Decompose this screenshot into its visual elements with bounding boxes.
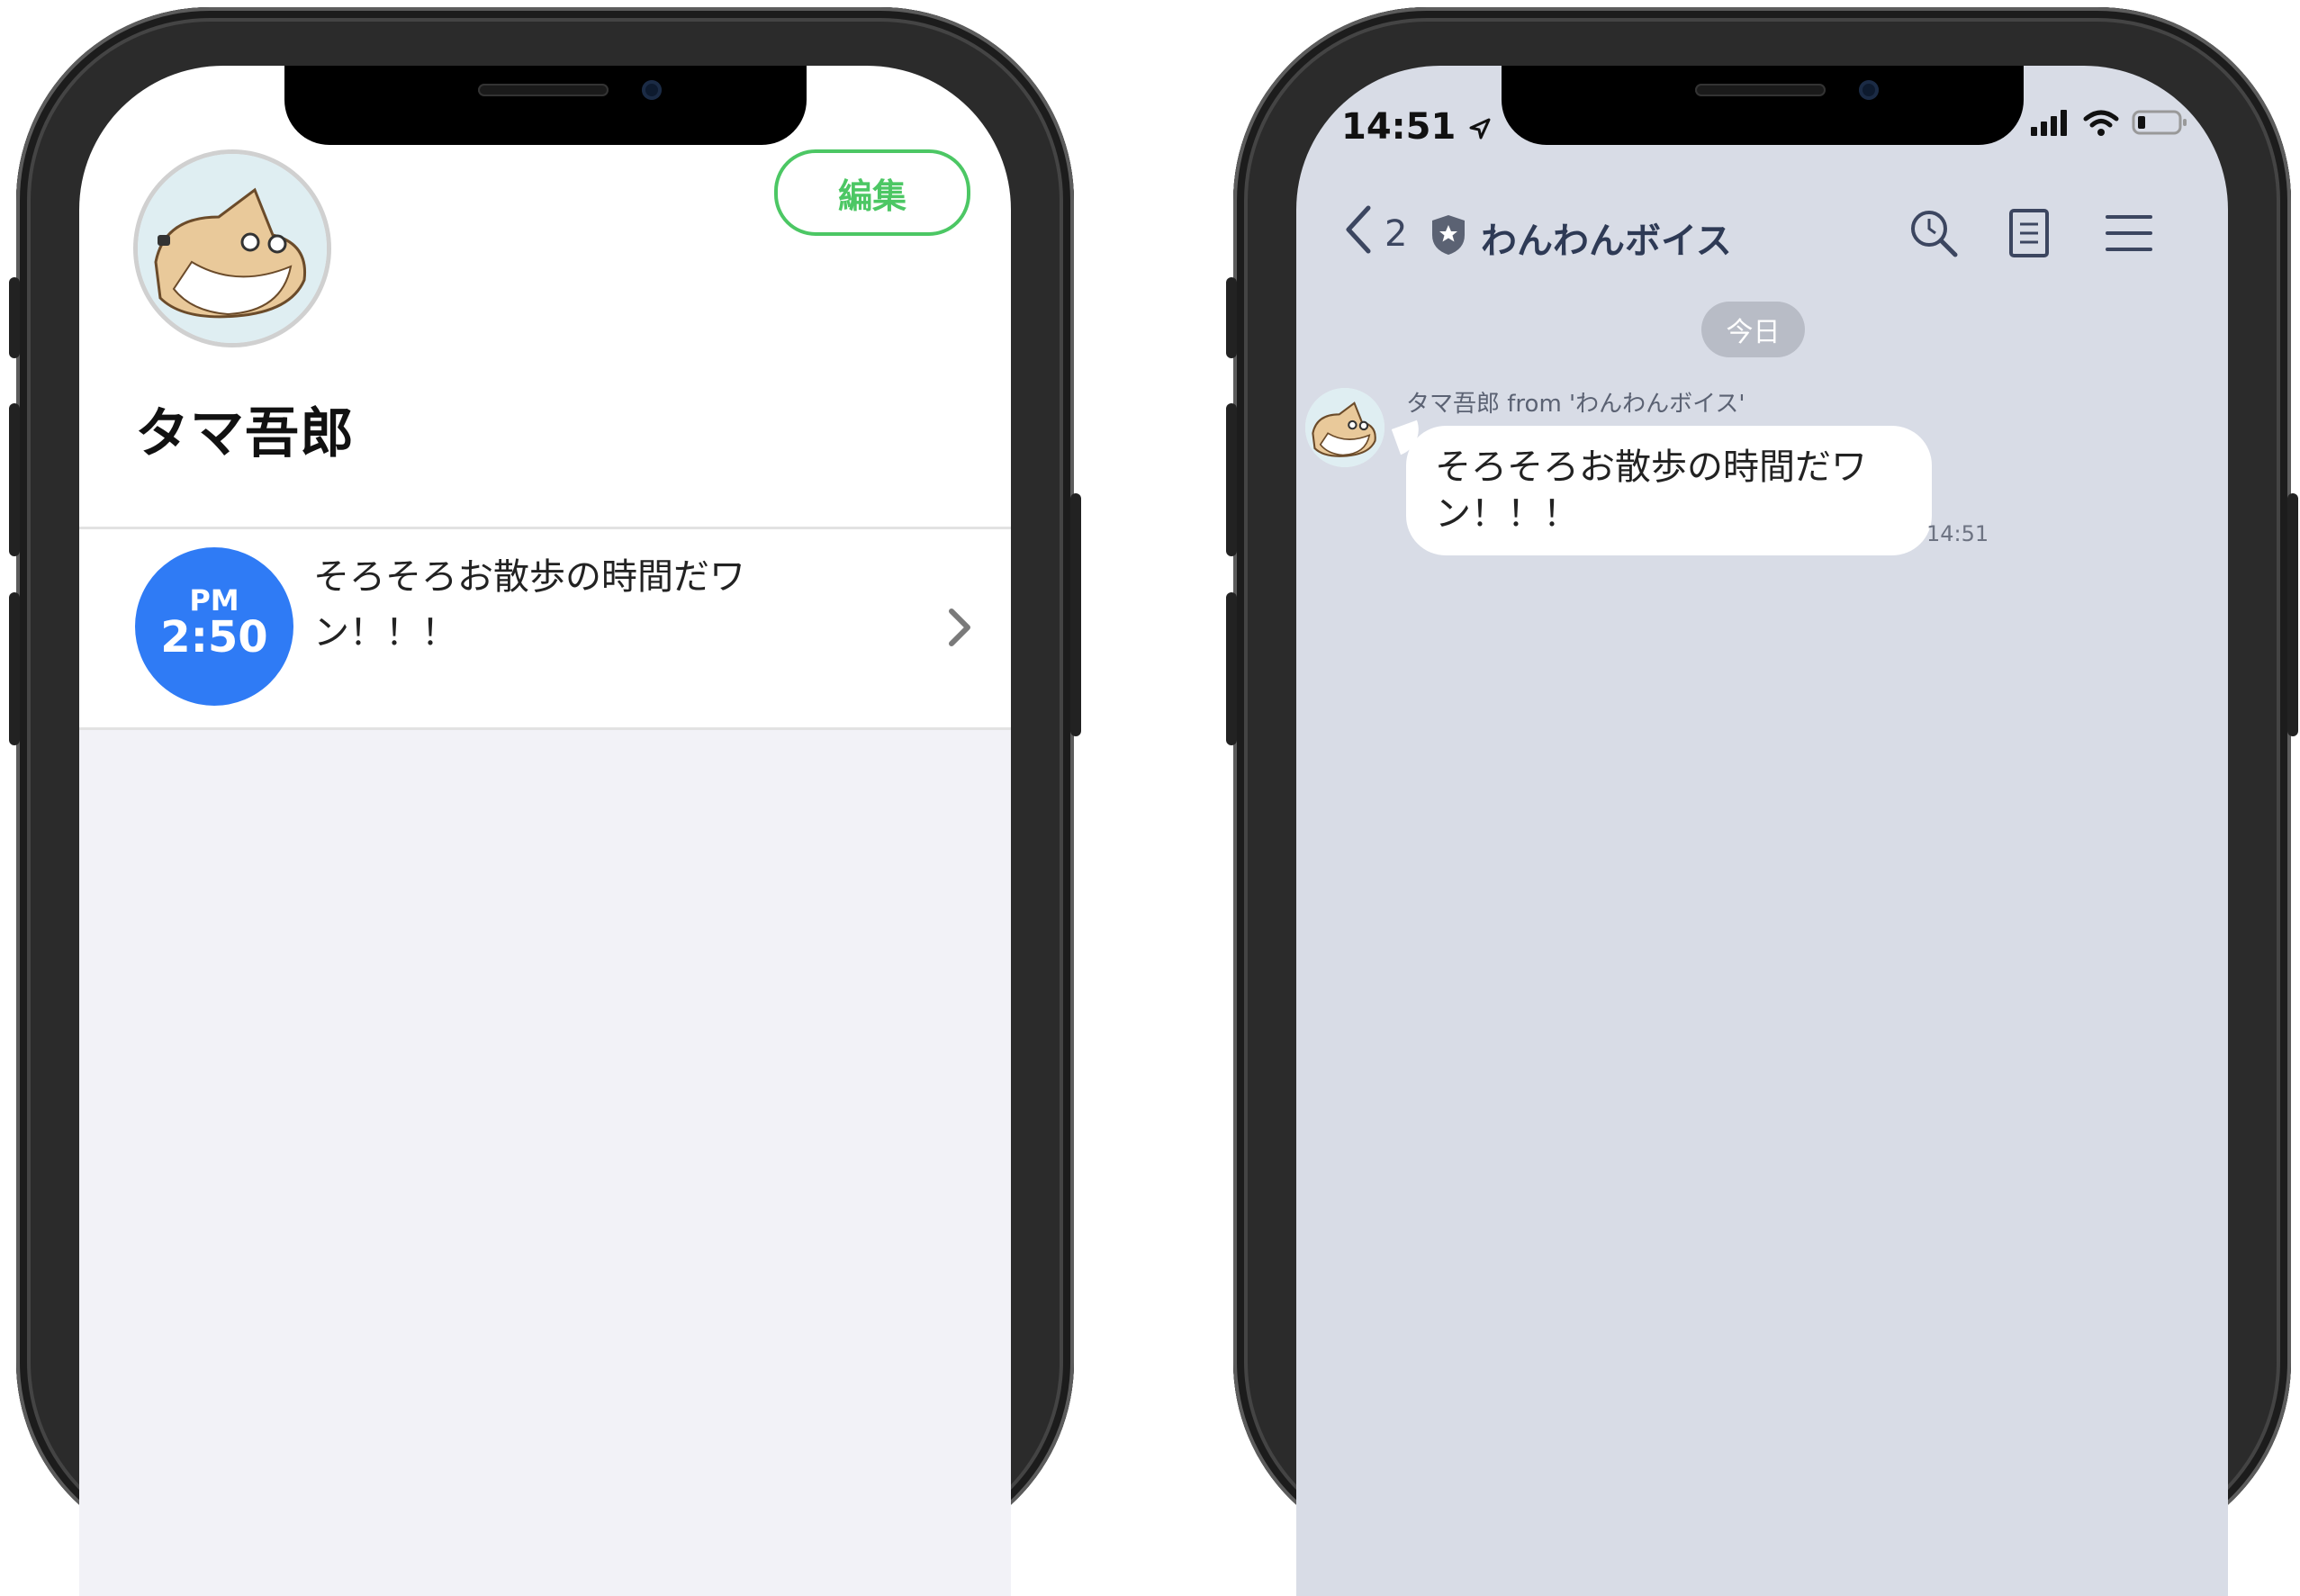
date-separator: 今日 [1701, 302, 1805, 357]
speaker-grille [477, 84, 609, 96]
notes-icon[interactable] [2007, 208, 2051, 262]
sender-name: タマ吾郎 from 'わんわんボイス' [1406, 391, 1745, 418]
sender-avatar[interactable] [1305, 388, 1385, 467]
volume-down-button [1226, 592, 1237, 745]
empty-list-area [79, 730, 1011, 1596]
chevron-right-icon[interactable] [946, 606, 973, 658]
profile-name: タマ吾郎 [135, 402, 355, 465]
search-icon[interactable] [1908, 208, 1959, 262]
right-screen: 14:51 2 わんわんボイス 今日 タマ吾郎 from 'わんわんボイス' そ… [1296, 66, 2228, 1596]
notch [284, 66, 807, 145]
right-phone: 14:51 2 わんわんボイス 今日 タマ吾郎 from 'わんわんボイス' そ… [1226, 7, 2298, 1596]
message-time: 14:51 [1926, 521, 1989, 546]
wifi-icon [2083, 110, 2119, 136]
speaker-grille [1694, 84, 1826, 96]
unread-count[interactable]: 2 [1385, 213, 1407, 255]
dog-icon [1305, 388, 1385, 467]
time-badge: PM 2:50 [135, 547, 293, 706]
notch [1501, 66, 2024, 145]
side-button [1070, 493, 1081, 736]
status-icons [2031, 109, 2187, 136]
chat-title: わんわんボイス [1481, 221, 1732, 262]
back-button[interactable] [1343, 204, 1374, 266]
profile-avatar[interactable] [133, 149, 331, 347]
clock: 14:51 [1341, 106, 1457, 148]
edit-button[interactable]: 編集 [774, 149, 970, 236]
side-button [2287, 493, 2298, 736]
back-chevron-icon [1346, 205, 1371, 254]
time-label: 2:50 [160, 612, 268, 663]
chat-nav-bar: 2 わんわんボイス [1296, 201, 2228, 282]
front-camera [641, 80, 662, 100]
signal-icon [2031, 110, 2067, 136]
location-arrow-icon [1469, 118, 1491, 140]
shield-star-icon [1430, 213, 1467, 260]
volume-down-button [9, 592, 20, 745]
mute-switch [1226, 277, 1237, 358]
volume-up-button [1226, 403, 1237, 556]
dog-icon [138, 154, 327, 343]
menu-icon[interactable] [2105, 208, 2153, 262]
volume-up-button [9, 403, 20, 556]
left-screen: 編集 タマ吾郎 PM 2:50 そろそろお散歩の時間だワン！！！ [79, 66, 1011, 1596]
message-bubble[interactable]: そろそろお散歩の時間だワン！！！ [1406, 426, 1932, 555]
mute-switch [9, 277, 20, 358]
status-time: 14:51 [1341, 106, 1492, 148]
reminder-text: そろそろお散歩の時間だワン！！！ [313, 556, 745, 654]
battery-icon [2132, 110, 2187, 135]
left-phone: 編集 タマ吾郎 PM 2:50 そろそろお散歩の時間だワン！！！ [9, 7, 1081, 1596]
front-camera [1858, 80, 1879, 100]
